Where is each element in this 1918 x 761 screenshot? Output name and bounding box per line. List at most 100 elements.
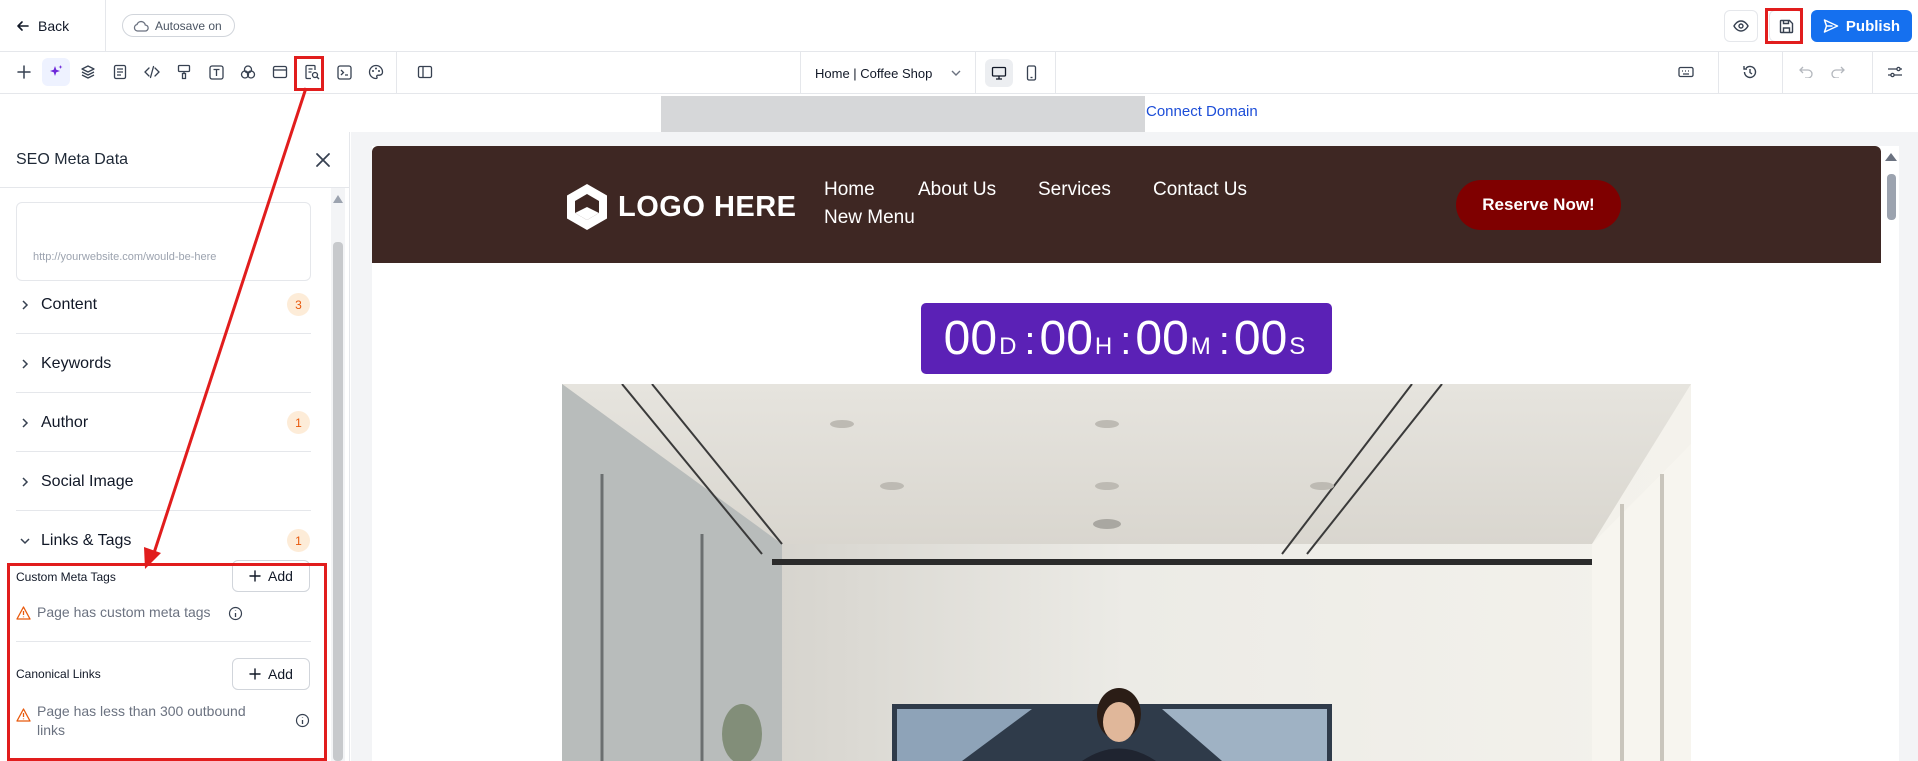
paint-brush-icon[interactable] [170, 58, 198, 86]
accordion-label: Content [41, 295, 98, 313]
hexagon-logo-icon [567, 184, 607, 230]
back-button[interactable]: Back [16, 14, 69, 38]
chevron-down-icon [951, 70, 961, 76]
divider [396, 52, 397, 94]
history-icon[interactable] [1736, 58, 1764, 86]
nav-contact-us[interactable]: Contact Us [1153, 179, 1247, 201]
nav-new-menu[interactable]: New Menu [824, 207, 915, 229]
chevron-right-icon [22, 417, 29, 428]
office-photo [562, 384, 1691, 761]
autosave-label: Autosave on [155, 18, 222, 33]
split-view-icon[interactable] [411, 58, 439, 86]
chevron-right-icon [22, 476, 29, 487]
chevron-down-icon [20, 538, 30, 545]
desktop-view-button[interactable] [985, 59, 1013, 87]
editor-toolbar: Home | Coffee Shop [0, 52, 1918, 94]
desktop-icon [991, 66, 1007, 80]
connect-domain-link[interactable]: Connect Domain [1146, 103, 1258, 120]
countdown-timer[interactable]: 00 D : 00 H : 00 M : 00 S [921, 303, 1332, 374]
arrow-left-icon [17, 21, 29, 31]
nav-services[interactable]: Services [1038, 179, 1111, 201]
text-icon[interactable] [202, 58, 230, 86]
publish-label: Publish [1845, 17, 1901, 35]
plus-icon[interactable] [10, 58, 38, 86]
countdown-hours: 00 [1039, 312, 1093, 365]
nav-about-us[interactable]: About Us [918, 179, 996, 201]
send-icon [1823, 19, 1839, 33]
scroll-up-icon[interactable] [332, 194, 344, 204]
canvas-scrollbar-thumb[interactable] [1887, 174, 1896, 220]
countdown-hours-unit: H [1094, 333, 1113, 360]
chevron-right-icon [22, 358, 29, 369]
issue-count-badge: 1 [287, 411, 310, 434]
accordion-keywords[interactable]: Keywords [16, 335, 311, 393]
countdown-seconds: 00 [1233, 312, 1288, 365]
accordion-label: Links & Tags [41, 532, 132, 549]
website-preview[interactable]: LOGO HERE Home About Us Services Contact… [372, 146, 1881, 761]
top-bar: Back Autosave on Publish [0, 0, 1918, 52]
colon-separator: : [1218, 319, 1230, 363]
nav-home[interactable]: Home [824, 179, 875, 201]
domain-preview-bar [661, 96, 1145, 132]
mobile-icon [1026, 65, 1036, 81]
code-icon[interactable] [138, 58, 166, 86]
ai-sparkle-icon[interactable] [42, 58, 70, 86]
divider [1055, 52, 1056, 94]
preview-button[interactable] [1724, 10, 1758, 42]
colon-separator: : [1120, 319, 1132, 363]
accordion-label: Keywords [41, 354, 112, 372]
canvas-scrollbar[interactable] [1881, 146, 1899, 761]
accordion-label: Social Image [41, 472, 134, 490]
site-header[interactable]: LOGO HERE Home About Us Services Contact… [372, 146, 1881, 263]
page-selector-value: Home | Coffee Shop [815, 65, 933, 81]
site-logo[interactable]: LOGO HERE [562, 182, 797, 232]
accordion-author[interactable]: Author 1 [16, 394, 311, 452]
publish-button[interactable]: Publish [1811, 10, 1912, 42]
pages-icon[interactable] [106, 58, 134, 86]
countdown-days: 00 [943, 312, 998, 365]
accordion-label: Author [41, 413, 89, 431]
terminal-icon[interactable] [330, 58, 358, 86]
reserve-now-button[interactable]: Reserve Now! [1456, 180, 1621, 230]
page-selector[interactable]: Home | Coffee Shop [800, 52, 976, 94]
divider [1782, 52, 1783, 94]
scroll-up-icon[interactable] [1884, 152, 1898, 162]
panel-scrollbar-thumb[interactable] [333, 242, 343, 761]
countdown-minutes-unit: M [1190, 333, 1211, 360]
redo-icon[interactable] [1824, 58, 1852, 86]
accordion-content[interactable]: Content 3 [16, 276, 311, 334]
divider [1718, 52, 1719, 94]
accordion-social-image[interactable]: Social Image [16, 453, 311, 511]
highlight-save-button [1765, 8, 1803, 44]
chevron-right-icon [22, 299, 29, 310]
colon-separator: : [1024, 319, 1036, 363]
countdown-days-unit: D [999, 333, 1017, 360]
undo-icon[interactable] [1792, 58, 1820, 86]
close-icon[interactable] [314, 151, 332, 169]
issue-count-badge: 3 [287, 293, 310, 316]
layers-icon[interactable] [74, 58, 102, 86]
highlight-links-tags-section [7, 563, 327, 761]
cloud-icon [133, 20, 149, 32]
eye-icon [1733, 20, 1749, 32]
palette-icon[interactable] [362, 58, 390, 86]
url-placeholder: http://yourwebsite.com/would-be-here [33, 251, 217, 263]
divider [105, 0, 106, 52]
countdown-seconds-unit: S [1289, 333, 1306, 360]
browser-icon[interactable] [266, 58, 294, 86]
mobile-view-button[interactable] [1017, 59, 1045, 87]
settings-sliders-icon[interactable] [1881, 58, 1909, 86]
hero-image[interactable] [562, 384, 1691, 761]
url-field[interactable]: http://yourwebsite.com/would-be-here [16, 202, 311, 281]
panel-header: SEO Meta Data [0, 132, 350, 188]
autosave-badge: Autosave on [122, 14, 235, 37]
logo-text: LOGO HERE [618, 190, 797, 223]
highlight-seo-icon [294, 56, 324, 91]
panel-title: SEO Meta Data [16, 151, 129, 168]
shapes-icon[interactable] [234, 58, 262, 86]
countdown-minutes: 00 [1135, 312, 1189, 365]
keyboard-icon[interactable] [1672, 58, 1700, 86]
divider [1872, 52, 1873, 94]
issue-count-badge: 1 [287, 529, 310, 552]
back-label: Back [38, 18, 70, 34]
